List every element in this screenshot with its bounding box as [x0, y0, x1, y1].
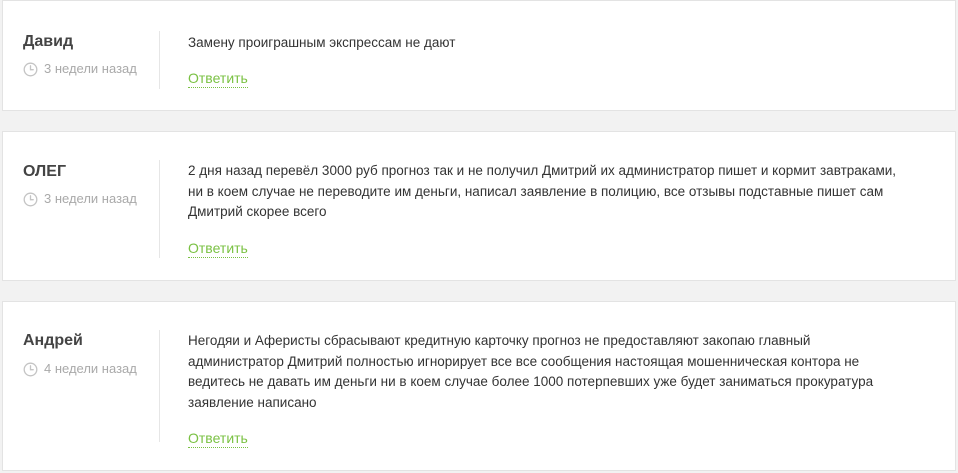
clock-icon [23, 362, 38, 377]
reply-link[interactable]: Ответить [188, 430, 248, 448]
clock-icon [23, 192, 38, 207]
clock-icon [23, 62, 38, 77]
reply-link[interactable]: Ответить [188, 240, 248, 258]
comment-card: Давид 3 недели назад Замену проиграшным … [2, 0, 956, 111]
comment-author: Давид [23, 33, 74, 50]
comment-time: 4 недели назад [44, 361, 137, 376]
comment-card: Андрей 4 недели назад Негодяи и Аферисты… [2, 301, 956, 471]
comment-text: Негодяи и Аферисты сбрасывают кредитную … [188, 333, 874, 410]
divider [159, 31, 160, 89]
comment-author: Андрей [23, 332, 83, 349]
comment-time: 3 недели назад [44, 191, 137, 206]
comment-text: 2 дня назад перевёл 3000 руб прогноз так… [188, 163, 897, 219]
divider [159, 160, 160, 258]
comment-text: Замену проиграшным экспрессам не дают [188, 35, 456, 50]
reply-link[interactable]: Ответить [188, 70, 248, 88]
comment-author: ОЛЕГ [23, 163, 67, 180]
comment-time: 3 недели назад [44, 61, 137, 76]
comment-meta: 4 недели назад [23, 361, 137, 377]
divider [159, 330, 160, 442]
comment-meta: 3 недели назад [23, 191, 137, 207]
comment-meta: 3 недели назад [23, 61, 137, 77]
comment-card: ОЛЕГ 3 недели назад 2 дня назад перевёл … [2, 131, 956, 281]
